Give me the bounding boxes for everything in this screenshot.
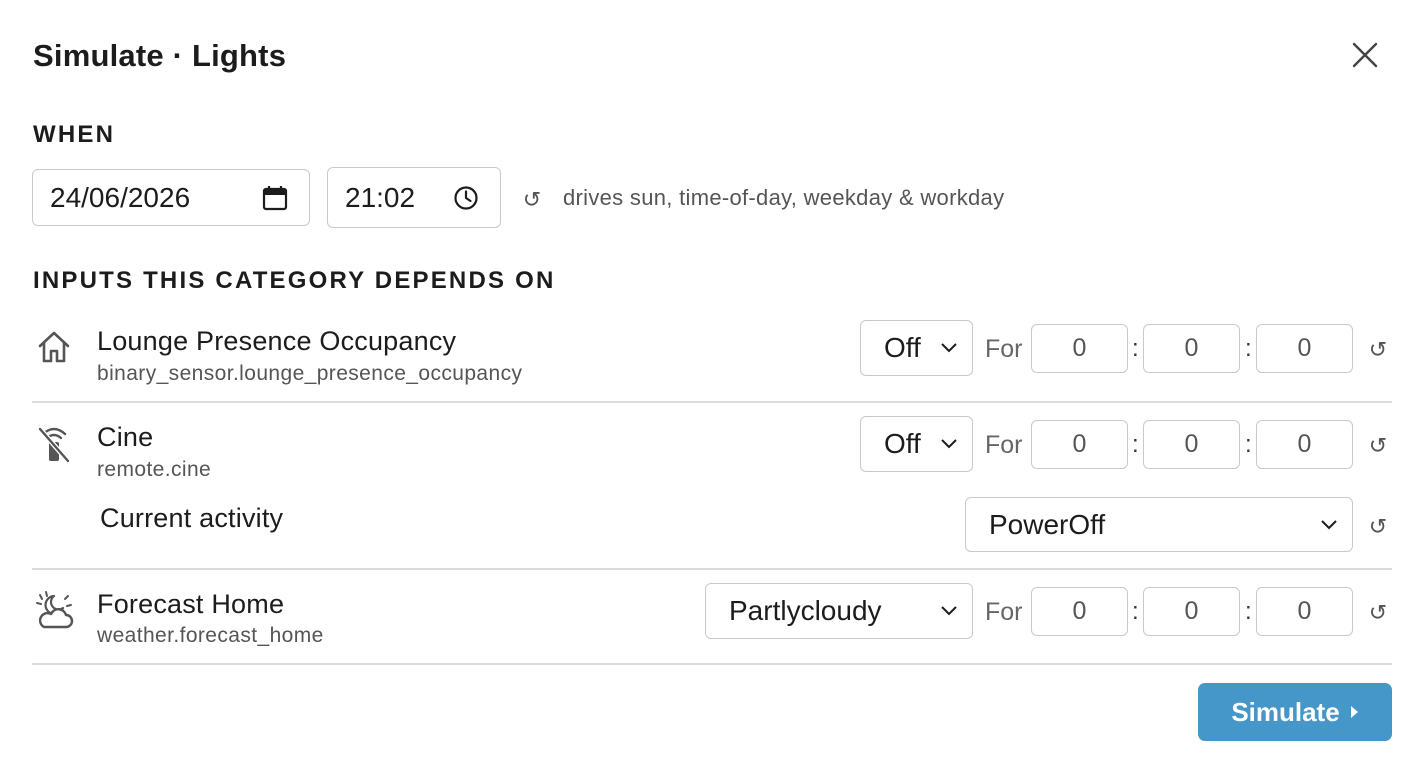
- seconds-input[interactable]: 0: [1256, 324, 1353, 373]
- inputs-section-label: INPUTS THIS CATEGORY DEPENDS ON: [33, 267, 556, 294]
- caret-right-icon: [1350, 705, 1359, 719]
- for-label: For: [985, 335, 1023, 363]
- when-section-label: WHEN: [33, 121, 116, 148]
- entity-name: Forecast Home: [97, 589, 285, 619]
- clock-icon[interactable]: [452, 184, 480, 212]
- simulate-button-label: Simulate: [1231, 696, 1340, 727]
- colon-separator: :: [1132, 335, 1139, 362]
- seconds-input[interactable]: 0: [1256, 420, 1353, 469]
- date-value: 24/06/2026: [50, 181, 191, 213]
- entity-id: weather.forecast_home: [97, 624, 324, 647]
- row-divider: [32, 568, 1392, 570]
- attribute-select-value: PowerOff: [989, 508, 1106, 540]
- colon-separator: :: [1245, 335, 1252, 362]
- for-label: For: [985, 598, 1023, 626]
- attribute-name: Current activity: [100, 503, 284, 533]
- time-value: 21:02: [345, 181, 416, 213]
- close-button[interactable]: [1344, 34, 1386, 76]
- time-input[interactable]: 21:02: [327, 167, 501, 228]
- entity-id: remote.cine: [97, 458, 212, 481]
- row-divider: [32, 401, 1392, 403]
- for-label: For: [985, 431, 1023, 459]
- state-select-value: Off: [884, 332, 921, 363]
- seconds-input[interactable]: 0: [1256, 587, 1353, 636]
- state-select[interactable]: Off: [860, 320, 973, 376]
- partly-cloudy-night-icon: [34, 590, 74, 630]
- simulate-button[interactable]: Simulate: [1198, 683, 1392, 741]
- dialog-title: Simulate · Lights: [33, 38, 287, 73]
- state-select-value: Off: [884, 428, 921, 459]
- chevron-down-icon: [940, 339, 958, 357]
- minutes-input[interactable]: 0: [1143, 324, 1240, 373]
- date-input[interactable]: 24/06/2026: [32, 169, 310, 226]
- colon-separator: :: [1132, 431, 1139, 458]
- row-divider: [32, 663, 1392, 665]
- reset-input-button[interactable]: ↺: [1367, 433, 1389, 459]
- when-hint: drives sun, time-of-day, weekday & workd…: [563, 185, 1005, 210]
- chevron-down-icon: [940, 602, 958, 620]
- colon-separator: :: [1245, 431, 1252, 458]
- reset-attribute-button[interactable]: ↺: [1367, 514, 1389, 540]
- state-select[interactable]: Off: [860, 416, 973, 472]
- chevron-down-icon: [940, 435, 958, 453]
- hours-input[interactable]: 0: [1031, 324, 1128, 373]
- home-icon: [34, 327, 74, 367]
- colon-separator: :: [1245, 598, 1252, 625]
- minutes-input[interactable]: 0: [1143, 420, 1240, 469]
- state-select[interactable]: Partlycloudy: [705, 583, 973, 639]
- remote-off-icon: [34, 423, 74, 463]
- calendar-icon[interactable]: [261, 184, 289, 212]
- reset-time-button[interactable]: ↺: [521, 187, 543, 213]
- reset-input-button[interactable]: ↺: [1367, 600, 1389, 626]
- colon-separator: :: [1132, 598, 1139, 625]
- entity-name: Cine: [97, 422, 154, 452]
- entity-name: Lounge Presence Occupancy: [97, 326, 457, 356]
- state-select-value: Partlycloudy: [729, 595, 882, 626]
- hours-input[interactable]: 0: [1031, 587, 1128, 636]
- chevron-down-icon: [1320, 516, 1338, 534]
- hours-input[interactable]: 0: [1031, 420, 1128, 469]
- entity-id: binary_sensor.lounge_presence_occupancy: [97, 362, 523, 385]
- reset-input-button[interactable]: ↺: [1367, 337, 1389, 363]
- close-icon: [1352, 42, 1378, 68]
- minutes-input[interactable]: 0: [1143, 587, 1240, 636]
- attribute-select[interactable]: PowerOff: [965, 497, 1353, 552]
